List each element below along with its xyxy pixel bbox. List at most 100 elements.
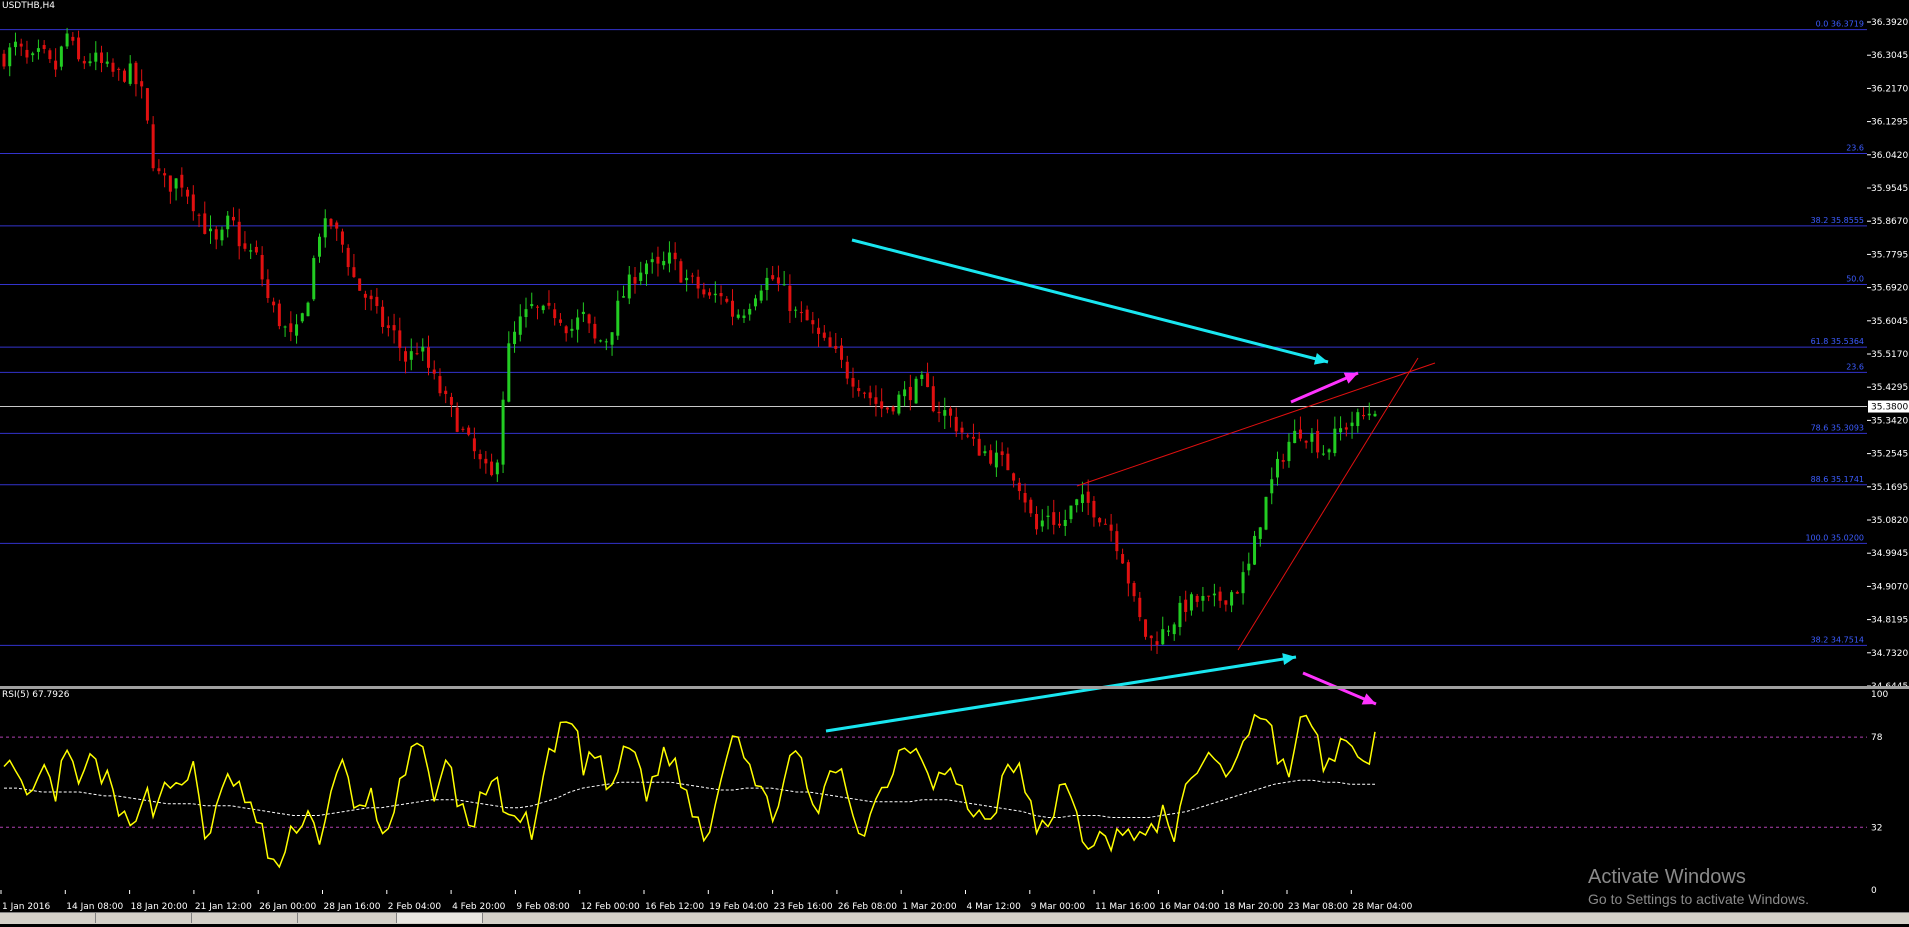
candle-up xyxy=(897,394,901,414)
candle-up xyxy=(1247,563,1251,571)
candle-down xyxy=(771,275,775,280)
candle-down xyxy=(1103,523,1107,525)
candle-up xyxy=(1201,595,1205,601)
candle-down xyxy=(880,401,884,409)
price-axis-label: 36.3045 xyxy=(1871,51,1908,61)
candle-down xyxy=(48,50,52,60)
chart-tab[interactable] xyxy=(192,913,298,923)
candle-down xyxy=(272,301,276,306)
chart-tab[interactable] xyxy=(298,913,397,923)
candle-up xyxy=(501,399,505,465)
candle-down xyxy=(776,277,780,284)
candle-up xyxy=(1367,413,1371,416)
chart-tab[interactable] xyxy=(0,913,96,923)
candle-down xyxy=(702,289,706,295)
price-axis-label: 34.9070 xyxy=(1871,582,1908,592)
candle-up xyxy=(759,290,763,301)
candle-up xyxy=(914,378,918,404)
candle-down xyxy=(438,376,442,394)
candle-down xyxy=(937,411,941,414)
candle-up xyxy=(599,340,603,342)
candle-down xyxy=(1155,641,1159,645)
time-axis-label: 4 Mar 12:00 xyxy=(967,902,1022,912)
time-axis-label: 1 Jan 2016 xyxy=(2,902,50,912)
time-axis-label: 18 Jan 20:00 xyxy=(131,902,188,912)
candle-down xyxy=(266,279,270,299)
price-axis-label: 35.5170 xyxy=(1871,350,1908,360)
time-axis-label: 4 Feb 20:00 xyxy=(452,902,506,912)
candle-up xyxy=(128,63,132,84)
candle-down xyxy=(180,174,184,188)
candle-up xyxy=(1275,458,1279,478)
fib-level-label: 38.2 35.8555 xyxy=(1811,216,1864,225)
candle-down xyxy=(122,70,126,82)
time-axis-label: 28 Mar 04:00 xyxy=(1352,902,1412,912)
candle-down xyxy=(1035,514,1039,530)
candle-up xyxy=(1253,535,1257,565)
candle-up xyxy=(903,389,907,397)
candle-up xyxy=(753,298,757,307)
candle-down xyxy=(817,327,821,334)
candle-down xyxy=(151,124,155,169)
candle-down xyxy=(1052,512,1056,525)
candle-down xyxy=(1138,597,1142,618)
candle-up xyxy=(421,346,425,352)
candle-up xyxy=(1178,602,1182,628)
candle-up xyxy=(1075,499,1079,506)
rsi-axis-label: 78 xyxy=(1871,733,1883,743)
candle-up xyxy=(323,218,327,238)
candle-down xyxy=(690,275,694,277)
fib-level-label: 61.8 35.5364 xyxy=(1811,337,1864,346)
candle-down xyxy=(363,293,367,298)
chart-tab-active[interactable] xyxy=(397,913,483,923)
candle-down xyxy=(1304,440,1308,443)
candle-up xyxy=(507,343,511,402)
candle-down xyxy=(553,309,557,319)
price-axis-label: 36.0420 xyxy=(1871,151,1908,161)
candle-up xyxy=(782,284,786,286)
candle-up xyxy=(36,48,40,52)
candle-up xyxy=(541,305,545,311)
candle-up xyxy=(513,331,517,345)
candle-down xyxy=(82,60,86,64)
candle-down xyxy=(679,261,683,283)
candle-down xyxy=(375,296,379,307)
candle-up xyxy=(1356,412,1360,427)
time-axis-label: 9 Feb 08:00 xyxy=(516,902,570,912)
candle-down xyxy=(874,397,878,404)
candle-down xyxy=(197,214,201,216)
candle-up xyxy=(94,52,98,62)
candle-up xyxy=(1212,593,1216,596)
rsi-axis-label: 32 xyxy=(1871,823,1882,833)
candle-up xyxy=(742,315,746,318)
panel-separator xyxy=(0,686,1909,689)
candle-down xyxy=(558,319,562,323)
candle-down xyxy=(834,345,838,349)
candle-down xyxy=(1012,473,1016,481)
chart-tab[interactable] xyxy=(96,913,192,923)
candle-down xyxy=(1298,429,1302,439)
price-axis-label: 34.9945 xyxy=(1871,549,1908,559)
candle-down xyxy=(535,306,539,308)
candle-down xyxy=(1126,562,1130,584)
candle-up xyxy=(644,263,648,275)
time-axis-label: 23 Feb 16:00 xyxy=(774,902,833,912)
rsi-panel-title: RSI(5) 67.7926 xyxy=(2,690,70,700)
candle-up xyxy=(1293,430,1297,444)
candle-down xyxy=(203,213,207,234)
candle-down xyxy=(134,62,138,85)
candle-down xyxy=(19,43,23,47)
candle-down xyxy=(862,392,866,394)
candle-down xyxy=(908,386,912,401)
candle-up xyxy=(1350,422,1354,427)
price-axis-label: 35.3420 xyxy=(1871,416,1908,426)
time-axis-label: 21 Jan 12:00 xyxy=(195,902,252,912)
candle-up xyxy=(174,178,178,189)
candle-up xyxy=(306,302,310,317)
candle-up xyxy=(1373,413,1377,417)
candle-down xyxy=(358,278,362,291)
candle-down xyxy=(587,314,591,324)
candle-down xyxy=(977,438,981,456)
candle-down xyxy=(111,62,115,72)
candle-up xyxy=(318,236,322,257)
